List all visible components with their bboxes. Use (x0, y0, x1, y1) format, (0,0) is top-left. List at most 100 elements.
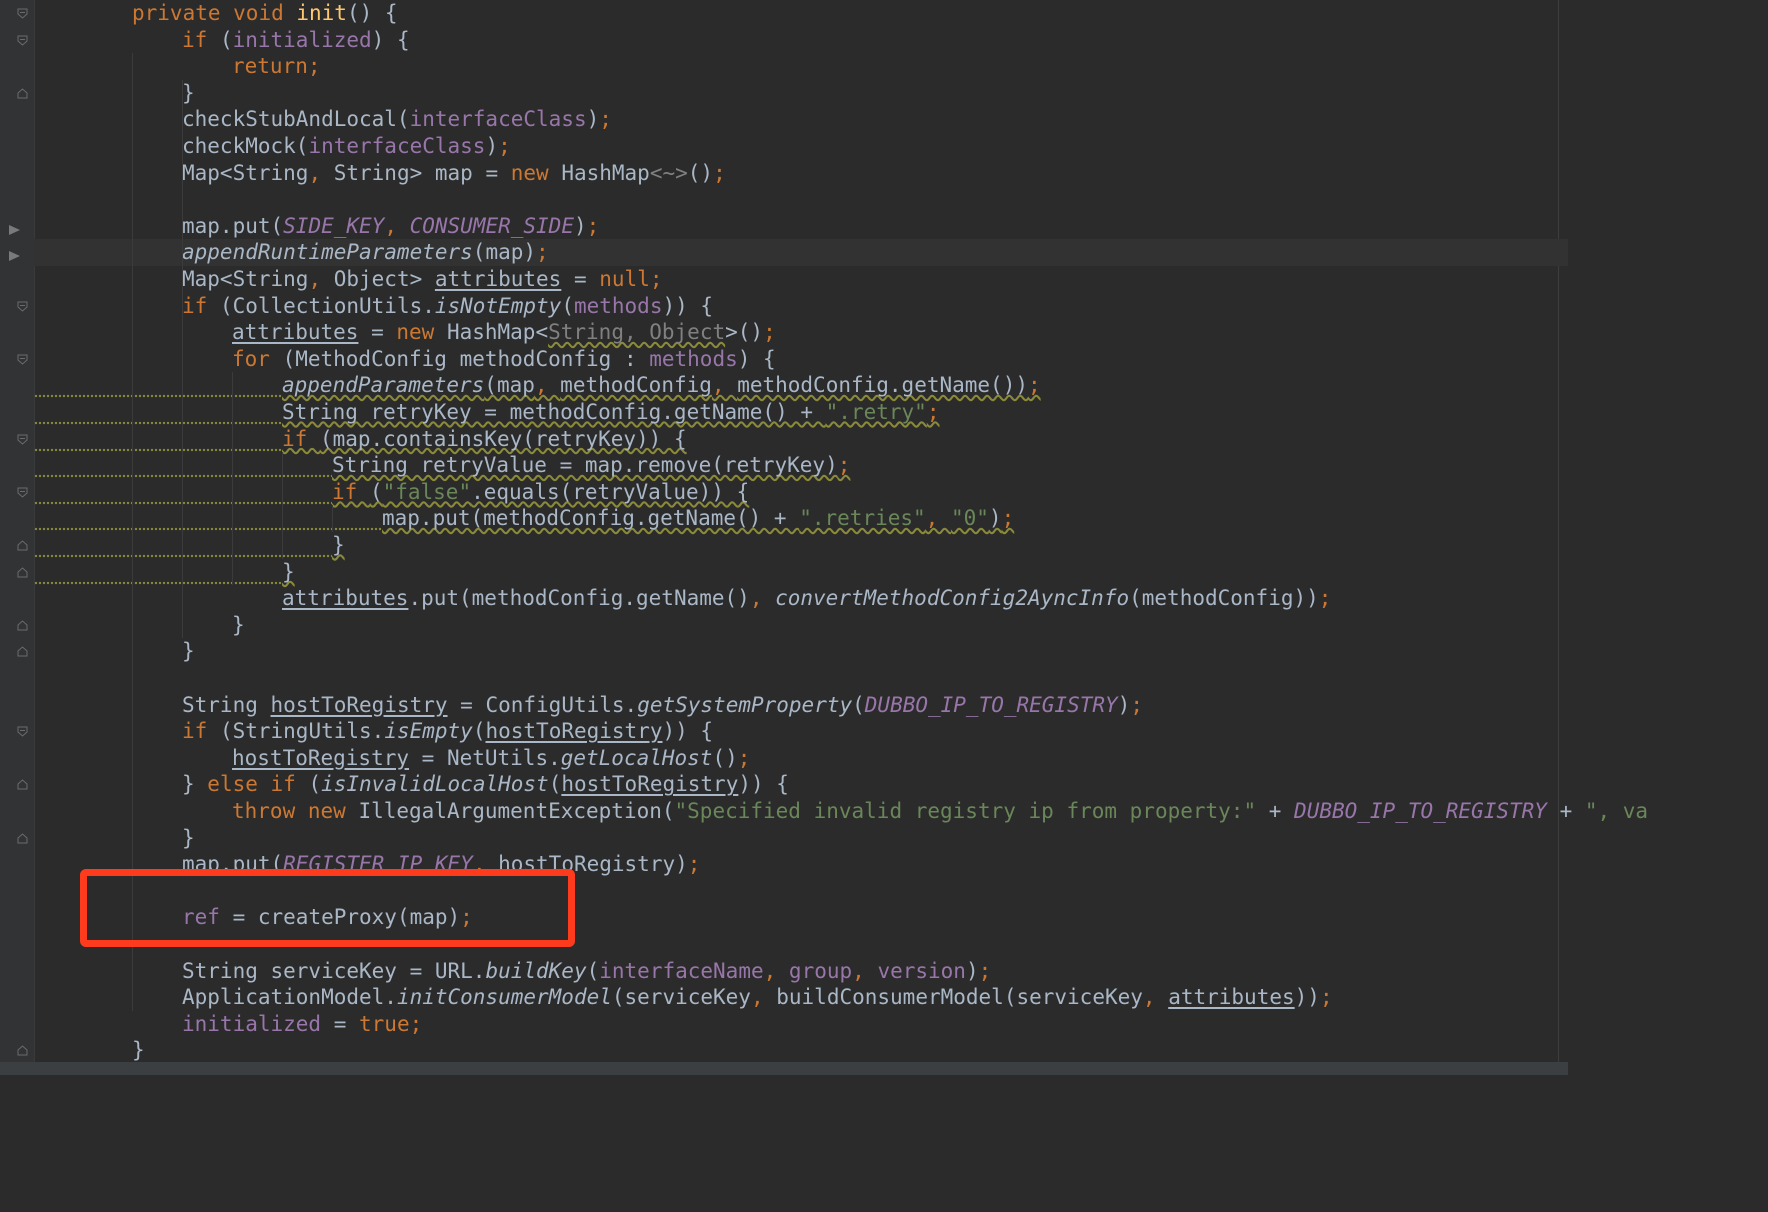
code-line[interactable]: } (232, 612, 245, 639)
code-line[interactable]: appendRuntimeParameters(map); (182, 239, 549, 266)
code-token: else if (207, 772, 309, 797)
code-token: ) (573, 213, 587, 238)
code-token: ( (852, 692, 865, 717)
code-token: } (232, 612, 245, 637)
code-token: ) (586, 107, 600, 132)
code-line[interactable]: map.put(SIDE_KEY, CONSUMER_SIDE); (182, 213, 599, 240)
code-token: init (296, 1, 347, 25)
code-token: hostToRegistry (561, 772, 739, 797)
code-token: appendRuntimeParameters (182, 240, 473, 265)
code-line[interactable]: checkMock(interfaceClass); (182, 133, 511, 160)
code-token: ; (837, 453, 851, 478)
code-line[interactable]: appendParameters(map, methodConfig, meth… (282, 372, 1041, 399)
code-token: (map.containsKey(retryKey)) { (319, 426, 687, 451)
implementation-marker-icon[interactable] (8, 221, 22, 235)
fold-marker-icon[interactable] (17, 354, 28, 365)
code-token: )) { (738, 772, 789, 797)
code-token: ; (763, 320, 776, 345)
implementation-marker-icon[interactable] (8, 247, 22, 262)
fold-marker-icon[interactable] (17, 35, 28, 46)
code-token: Map<String (182, 267, 309, 291)
code-token: interfaceClass (308, 134, 486, 158)
code-line[interactable]: if (map.containsKey(retryKey)) { (282, 426, 687, 453)
code-line[interactable]: map.put(methodConfig.getName() + ".retri… (382, 505, 1014, 532)
indent-guide (232, 372, 233, 586)
code-token: private (132, 1, 234, 25)
code-token: if (182, 719, 220, 744)
code-line[interactable]: if (StringUtils.isEmpty(hostToRegistry))… (182, 718, 713, 745)
code-line[interactable]: if ("false".equals(retryValue)) { (332, 479, 749, 506)
code-line[interactable]: Map<String, Object> attributes = null; (182, 266, 662, 293)
code-line[interactable]: throw new IllegalArgumentException("Spec… (232, 798, 1648, 825)
code-token: .equals(retryValue)) { (471, 479, 750, 504)
code-line[interactable]: } (132, 1037, 145, 1064)
code-token: } (182, 825, 195, 850)
code-token: Object> (333, 267, 435, 291)
code-token: ) (965, 958, 979, 983)
code-token: isInvalidLocalHost (321, 772, 549, 797)
code-line[interactable]: if (CollectionUtils.isNotEmpty(methods))… (182, 293, 713, 320)
fold-marker-icon[interactable] (17, 620, 28, 631)
fold-marker-icon[interactable] (17, 540, 28, 551)
code-line[interactable]: hostToRegistry = NetUtils.getLocalHost()… (232, 745, 750, 772)
fold-marker-icon[interactable] (17, 779, 28, 790)
code-token: for (232, 346, 283, 371)
code-token: ( (561, 293, 574, 318)
code-line[interactable]: attributes.put(methodConfig.getName(), c… (282, 585, 1331, 612)
fold-marker-icon[interactable] (17, 301, 28, 312)
code-token: methodConfig (560, 373, 712, 398)
code-line[interactable]: for (MethodConfig methodConfig : methods… (232, 346, 776, 373)
code-line[interactable]: String serviceKey = URL.buildKey(interfa… (182, 958, 991, 985)
code-line[interactable]: } else if (isInvalidLocalHost(hostToRegi… (182, 771, 789, 798)
code-line[interactable]: Map<String, String> map = new HashMap<~>… (182, 160, 726, 187)
code-token: ( (308, 772, 322, 797)
code-token: ; (713, 160, 726, 185)
code-line[interactable]: } (182, 825, 195, 852)
code-token: >() (725, 320, 764, 345)
code-token: } (332, 533, 345, 557)
code-line[interactable]: initialized = true; (182, 1011, 422, 1038)
fold-marker-icon[interactable] (17, 1045, 28, 1056)
code-line[interactable]: checkStubAndLocal(interfaceClass); (182, 106, 612, 133)
code-token: convertMethodConfig2AyncInfo (775, 586, 1130, 611)
code-line[interactable]: } (182, 638, 195, 665)
code-token: getSystemProperty (637, 692, 853, 717)
code-line[interactable]: } (182, 80, 195, 107)
fold-marker-icon[interactable] (17, 646, 28, 657)
code-token: ) { (371, 27, 410, 52)
code-token: ; (926, 400, 940, 424)
fold-marker-icon[interactable] (17, 88, 28, 99)
indent-guide (182, 79, 183, 639)
code-token: map.put(methodConfig.getName() + (382, 506, 800, 531)
code-token: HashMap (561, 160, 650, 185)
code-token: ; (1001, 506, 1015, 531)
fold-marker-icon[interactable] (17, 487, 28, 498)
code-token: initConsumerModel (396, 985, 612, 1010)
code-token: appendParameters (282, 373, 485, 398)
code-line[interactable]: if (initialized) { (182, 27, 410, 54)
code-token: , (534, 373, 561, 398)
code-line[interactable]: } (332, 532, 345, 559)
code-line[interactable]: String retryKey = methodConfig.getName()… (282, 399, 939, 426)
code-token: = NetUtils. (409, 745, 561, 770)
code-token: ; (599, 107, 612, 132)
code-token: isNotEmpty (434, 293, 562, 318)
horizontal-scrollbar-area[interactable] (0, 1062, 1568, 1075)
fold-marker-icon[interactable] (17, 8, 28, 19)
fold-marker-icon[interactable] (17, 566, 28, 578)
code-line[interactable]: return; (232, 53, 321, 80)
fold-marker-icon[interactable] (17, 434, 28, 445)
code-line[interactable]: String hostToRegistry = ConfigUtils.getS… (182, 692, 1143, 719)
fold-marker-icon[interactable] (17, 726, 28, 737)
code-token: (StringUtils. (219, 719, 385, 744)
code-line[interactable]: private void init() { (132, 0, 398, 27)
fold-marker-icon[interactable] (17, 832, 28, 844)
code-token: + (1256, 799, 1295, 823)
code-token: checkStubAndLocal( (182, 107, 410, 132)
code-line[interactable]: attributes = new HashMap<String, Object>… (232, 319, 776, 346)
code-token: if (182, 293, 220, 318)
code-token: new (396, 320, 447, 345)
code-line[interactable]: String retryValue = map.remove(retryKey)… (332, 452, 850, 479)
code-line[interactable]: ApplicationModel.initConsumerModel(servi… (182, 984, 1333, 1011)
code-line[interactable]: } (282, 559, 295, 586)
